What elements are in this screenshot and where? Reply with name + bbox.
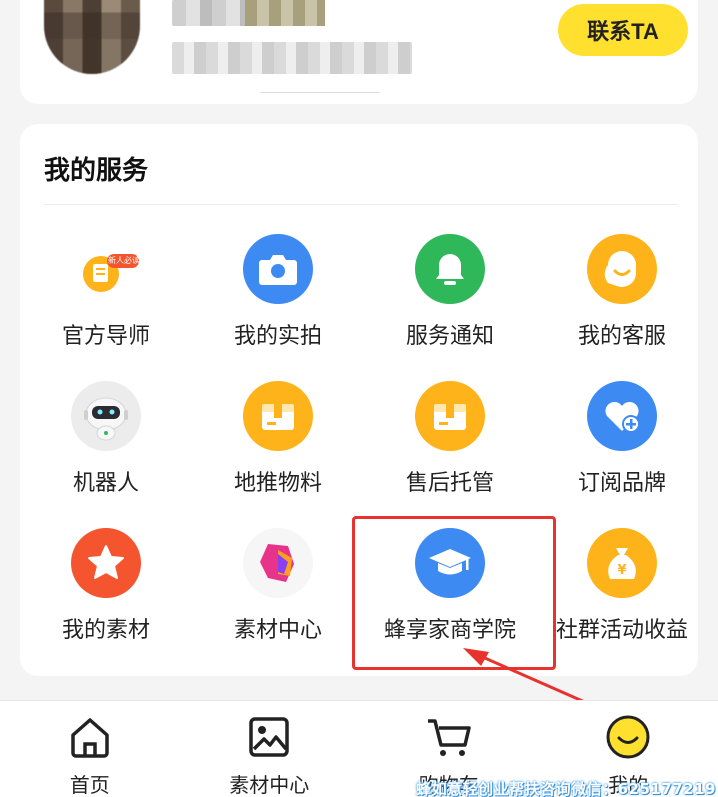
material-center-icon — [243, 528, 313, 598]
service-label: 蜂享家商学院 — [383, 618, 516, 643]
service-label: 素材中心 — [233, 618, 322, 643]
nav-home[interactable]: 首页 — [0, 701, 180, 797]
box-icon — [243, 381, 313, 451]
money-bag-icon: ¥ — [587, 528, 657, 598]
robot-icon — [71, 381, 141, 451]
service-item-mentor[interactable]: 新人必读 官方导师 — [20, 224, 192, 371]
nav-label: 首页 — [69, 773, 110, 797]
profile-card: 联系TA — [20, 0, 698, 104]
home-icon — [66, 713, 114, 761]
svg-text:¥: ¥ — [617, 563, 626, 578]
service-item-promo-materials[interactable]: 地推物料 — [192, 371, 364, 518]
service-label: 机器人 — [72, 471, 139, 496]
service-item-community-earnings[interactable]: ¥ 社群活动收益 — [536, 518, 708, 665]
mentor-icon: 新人必读 — [71, 234, 141, 304]
services-title: 我的服务 — [44, 156, 149, 186]
service-item-robot[interactable]: 机器人 — [20, 371, 192, 518]
nav-label: 素材中心 — [229, 773, 310, 797]
service-item-business-academy[interactable]: 蜂享家商学院 — [364, 518, 536, 665]
service-label: 售后托管 — [405, 471, 494, 496]
service-label: 我的素材 — [61, 618, 150, 643]
watermark: 蜂如意轻创业帮扶咨询微信：625177219 — [416, 780, 716, 797]
camera-icon — [243, 234, 313, 304]
service-item-subscribe-brand[interactable]: 订阅品牌 — [536, 371, 708, 518]
services-grid: 新人必读 官方导师 我的实拍 服务通知 我的客服 机器人 地推物料 售后托管 订… — [20, 224, 698, 665]
services-card: 我的服务 新人必读 官方导师 我的实拍 服务通知 我的客服 机器人 地推物料 售… — [20, 124, 698, 676]
star-icon — [71, 528, 141, 598]
smile-icon — [604, 713, 652, 761]
service-label: 订阅品牌 — [577, 471, 666, 496]
box-icon — [415, 381, 485, 451]
contact-button[interactable]: 联系TA — [558, 4, 688, 56]
graduation-cap-icon — [415, 528, 485, 598]
blurred-username-tail — [245, 0, 325, 26]
service-label: 官方导师 — [61, 324, 150, 349]
service-item-my-materials[interactable]: 我的素材 — [20, 518, 192, 665]
nav-material-center[interactable]: 素材中心 — [180, 701, 360, 797]
card-divider — [260, 92, 380, 93]
service-label: 我的实拍 — [233, 324, 322, 349]
heart-plus-icon — [587, 381, 657, 451]
blurred-user-info — [172, 42, 412, 74]
new-user-badge: 新人必读 — [108, 256, 140, 265]
avatar[interactable] — [44, 0, 140, 74]
service-item-my-photos[interactable]: 我的实拍 — [192, 224, 364, 371]
service-item-customer-service[interactable]: 我的客服 — [536, 224, 708, 371]
customer-service-icon — [587, 234, 657, 304]
image-icon — [245, 713, 293, 761]
cart-icon — [425, 713, 473, 761]
service-item-notifications[interactable]: 服务通知 — [364, 224, 536, 371]
bell-icon — [415, 234, 485, 304]
service-item-material-center[interactable]: 素材中心 — [192, 518, 364, 665]
service-label: 服务通知 — [405, 324, 494, 349]
service-label: 地推物料 — [233, 471, 322, 496]
service-item-after-sales[interactable]: 售后托管 — [364, 371, 536, 518]
services-divider — [44, 204, 678, 205]
service-label: 社群活动收益 — [555, 618, 688, 643]
service-label: 我的客服 — [577, 324, 666, 349]
